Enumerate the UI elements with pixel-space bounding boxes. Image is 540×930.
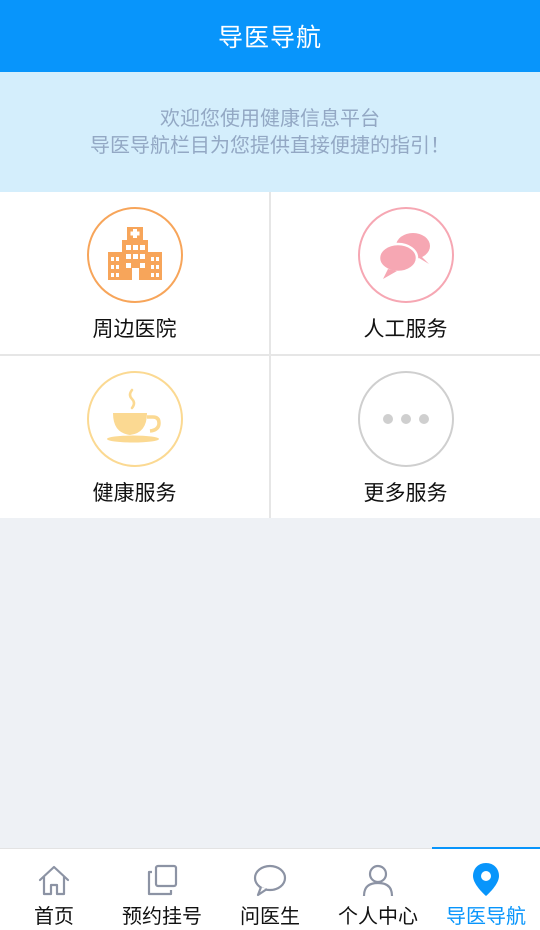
location-pin-icon (468, 862, 504, 898)
tab-ask-doctor[interactable]: 问医生 (216, 849, 324, 930)
welcome-text-line1: 欢迎您使用健康信息平台 (160, 106, 380, 130)
service-manual-support[interactable]: 人工服务 (271, 192, 540, 354)
hospital-icon (86, 207, 183, 303)
bottom-tab-bar: 首页 预约挂号 问医生 个人中心 导医导航 (0, 847, 540, 930)
page-title: 导医导航 (217, 23, 322, 52)
tea-cup-icon (86, 371, 183, 467)
service-more[interactable]: 更多服务 (271, 356, 540, 518)
person-icon (360, 862, 396, 898)
home-icon (36, 862, 72, 898)
tab-label: 问医生 (240, 904, 300, 928)
welcome-banner: 欢迎您使用健康信息平台 导医导航栏目为您提供直接便捷的指引！ (0, 72, 540, 192)
service-nearby-hospitals[interactable]: 周边医院 (0, 192, 269, 354)
tab-label: 个人中心 (338, 904, 418, 928)
speech-bubble-icon (252, 862, 288, 898)
tab-appointment[interactable]: 预约挂号 (108, 849, 216, 930)
app-header: 导医导航 (0, 0, 540, 72)
service-label: 周边医院 (92, 317, 177, 341)
service-label: 健康服务 (92, 481, 177, 505)
copy-squares-icon (144, 862, 180, 898)
tab-profile[interactable]: 个人中心 (324, 849, 432, 930)
service-label: 更多服务 (363, 481, 448, 505)
tab-label: 首页 (34, 904, 74, 928)
more-dots-icon (357, 371, 454, 467)
tab-label: 导医导航 (446, 904, 526, 928)
service-grid: 周边医院 人工服务 健康服务 更多服务 (0, 192, 540, 518)
service-health[interactable]: 健康服务 (0, 356, 269, 518)
tab-label: 预约挂号 (122, 904, 202, 928)
tab-home[interactable]: 首页 (0, 849, 108, 930)
welcome-text-line2: 导医导航栏目为您提供直接便捷的指引！ (90, 133, 450, 157)
tab-guide-navigation[interactable]: 导医导航 (432, 847, 540, 930)
chat-bubbles-icon (357, 207, 454, 303)
service-label: 人工服务 (363, 317, 448, 341)
